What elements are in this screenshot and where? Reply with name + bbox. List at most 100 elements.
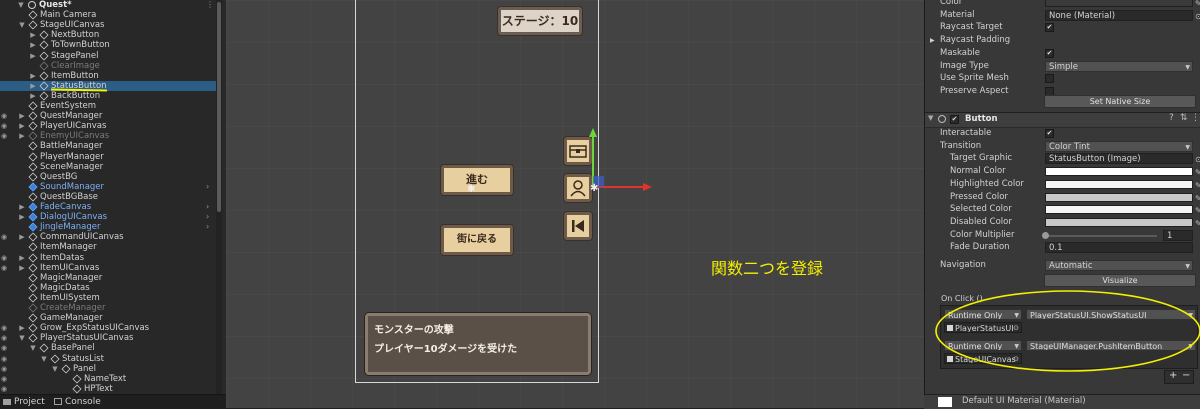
visibility-icon[interactable]: ◉ [1, 384, 7, 394]
chevron-right-icon[interactable]: › [206, 212, 209, 222]
x-axis-arrow-icon[interactable] [643, 183, 652, 191]
property-checkbox[interactable] [1045, 74, 1054, 84]
to-town-button[interactable]: 街に戻る [441, 225, 513, 255]
hierarchy-item[interactable]: ▶ BackButton [0, 91, 216, 101]
hierarchy-item[interactable]: SceneManager [0, 162, 216, 172]
tab-project[interactable]: Project [3, 395, 45, 409]
visibility-icon[interactable]: ◉ [1, 364, 7, 374]
preset-icon[interactable]: ⇅ [1180, 113, 1188, 123]
fold-arrow-icon[interactable]: ▶ [19, 232, 25, 242]
help-icon[interactable]: ? [1169, 113, 1174, 123]
tab-console[interactable]: Console [54, 395, 101, 409]
hierarchy-item[interactable]: ItemManager [0, 242, 216, 252]
hierarchy-item[interactable]: ◉ NameText [0, 374, 216, 384]
hierarchy-item[interactable]: CreateManager [0, 303, 216, 313]
property-checkbox[interactable]: ✔ [1045, 129, 1054, 138]
back-button[interactable] [564, 212, 592, 240]
scene-root-row[interactable]: ▼ Quest* ⋮ [0, 0, 216, 10]
hierarchy-item[interactable]: EventSystem [0, 101, 216, 111]
property-checkbox[interactable]: ✔ [1045, 48, 1054, 58]
hierarchy-item[interactable]: ▶ NextButton [0, 30, 216, 40]
more-options-icon[interactable]: ⋮ [1191, 113, 1200, 123]
visualize-button[interactable]: Visualize [1044, 274, 1196, 287]
property-field[interactable]: StatusButton (Image) [1045, 153, 1193, 165]
property-field[interactable]: 0.1 [1045, 242, 1193, 254]
visibility-icon[interactable]: ◉ [1, 374, 7, 384]
visibility-icon[interactable]: ◉ [1, 323, 7, 333]
hierarchy-item[interactable]: ▶ StagePanel [0, 51, 216, 61]
navigation-dropdown[interactable]: Automatic ▼ [1045, 260, 1193, 271]
visibility-icon[interactable]: ◉ [1, 343, 7, 353]
hierarchy-item[interactable]: ◉ ▶ ItemUICanvas [0, 263, 216, 273]
fold-arrow-icon[interactable]: ▼ [30, 343, 36, 353]
hierarchy-item[interactable]: GameManager [0, 313, 216, 323]
hierarchy-item[interactable]: JingleManager › [0, 222, 216, 232]
hierarchy-item[interactable]: BattleManager [0, 141, 216, 151]
visibility-icon[interactable]: ◉ [1, 253, 7, 263]
hierarchy-item[interactable]: SoundManager › [0, 182, 216, 192]
slider-track[interactable] [1045, 234, 1157, 237]
hierarchy-item[interactable]: ▶ DialogUICanvas › [0, 212, 216, 222]
y-axis-arrow-icon[interactable] [589, 128, 597, 137]
hierarchy-item[interactable]: ▼ StageUICanvas [0, 20, 216, 30]
visibility-icon[interactable]: ◉ [1, 232, 7, 242]
slider-thumb[interactable] [1042, 231, 1049, 239]
property-checkbox[interactable]: ✔ [1045, 23, 1054, 33]
hierarchy-item[interactable]: ◉ ▼ Panel [0, 364, 216, 374]
hierarchy-item[interactable]: MagicDatas [0, 283, 216, 293]
fold-arrow-icon[interactable]: ▶ [19, 111, 25, 121]
fold-arrow-icon[interactable]: ▶ [930, 34, 935, 47]
hierarchy-scroll-thumb[interactable] [217, 2, 221, 212]
fold-arrow-icon[interactable]: ▶ [30, 30, 36, 40]
visibility-icon[interactable]: ◉ [1, 263, 7, 273]
chevron-right-icon[interactable]: › [206, 182, 209, 192]
hierarchy-item[interactable]: ▶ ItemButton [0, 71, 216, 81]
fold-arrow-icon[interactable]: ▼ [19, 333, 25, 343]
color-field[interactable] [1045, 0, 1193, 7]
visibility-icon[interactable]: ◉ [1, 121, 7, 131]
chevron-right-icon[interactable]: › [206, 222, 209, 232]
hierarchy-item[interactable]: QuestBG [0, 172, 216, 182]
chevron-right-icon[interactable]: › [206, 202, 209, 212]
set-native-size-button[interactable]: Set Native Size [1044, 95, 1196, 108]
hierarchy-item[interactable]: ◉ ▼ PlayerStatusUICanvas [0, 333, 216, 343]
next-button[interactable]: 進む [441, 165, 513, 195]
hierarchy-item[interactable]: PlayerManager [0, 152, 216, 162]
fold-arrow-icon[interactable]: ▼ [41, 354, 47, 364]
hierarchy-item[interactable]: ▶ ToTownButton [0, 40, 216, 50]
hierarchy-item[interactable]: MagicManager [0, 273, 216, 283]
hierarchy-item[interactable]: QuestBGBase [0, 192, 216, 202]
fold-arrow-icon[interactable]: ▶ [19, 121, 25, 131]
visibility-icon[interactable]: ◉ [1, 333, 7, 343]
fold-arrow-icon[interactable]: ▶ [30, 71, 36, 81]
slider-value[interactable]: 1 [1163, 229, 1193, 241]
visibility-icon[interactable]: ◉ [1, 131, 7, 141]
fold-arrow-icon[interactable]: ▶ [30, 51, 36, 61]
enable-checkbox[interactable]: ✔ [950, 115, 959, 124]
hierarchy-item[interactable]: Main Camera [0, 10, 216, 20]
color-field[interactable] [1045, 217, 1193, 227]
more-options-icon[interactable]: ⋮ [206, 0, 214, 10]
hierarchy-item[interactable]: ItemUISystem [0, 293, 216, 303]
fold-arrow-icon[interactable]: ▶ [19, 202, 25, 212]
property-dropdown[interactable]: Color Tint ▼ [1045, 140, 1193, 152]
fold-arrow-icon[interactable]: ▶ [19, 212, 25, 222]
hierarchy-item[interactable]: ◉ ▶ ItemDatas [0, 253, 216, 263]
hierarchy-item[interactable]: ◉ ▼ BasePanel [0, 343, 216, 353]
button-component-header[interactable]: ▼ ✔ Button ? ⇅ ⋮ [925, 112, 1200, 128]
property-field[interactable]: None (Material) [1045, 9, 1193, 21]
fold-arrow-icon[interactable]: ▼ [928, 114, 933, 122]
property-dropdown[interactable]: Simple ▼ [1045, 60, 1193, 72]
color-field[interactable] [1045, 167, 1193, 177]
fold-arrow-icon[interactable]: ▶ [19, 253, 25, 263]
fold-arrow-icon[interactable]: ▼ [52, 364, 58, 374]
hierarchy-item[interactable]: ClearImage [0, 61, 216, 71]
fold-arrow-icon[interactable]: ▶ [30, 40, 36, 50]
hierarchy-item[interactable]: ◉ ▶ PlayerUICanvas [0, 121, 216, 131]
hierarchy-item[interactable]: ◉ HPText [0, 384, 216, 394]
hierarchy-item[interactable]: ◉ ▼ StatusList [0, 354, 216, 364]
fold-arrow-icon[interactable]: ▶ [19, 323, 25, 333]
visibility-icon[interactable]: ◉ [1, 354, 7, 364]
hierarchy-item[interactable]: ▶ StatusButton [0, 80, 216, 92]
color-field[interactable] [1045, 192, 1193, 202]
